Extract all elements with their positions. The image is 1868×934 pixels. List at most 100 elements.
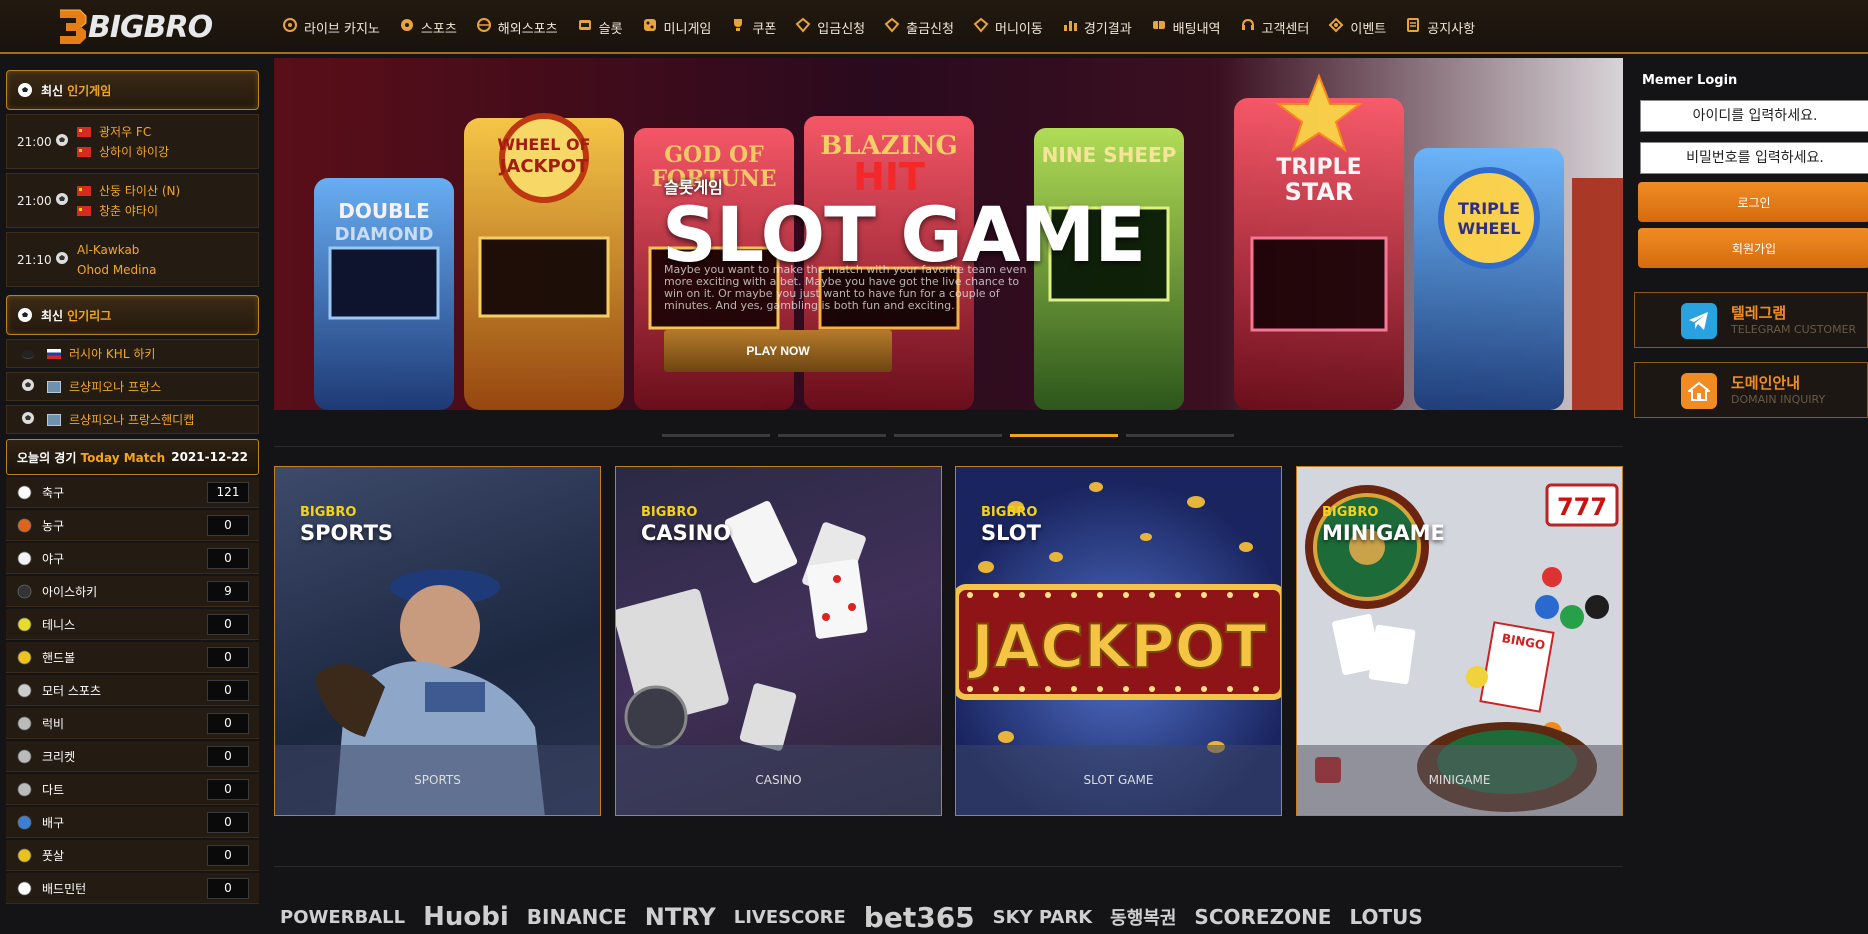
banner-description: Maybe you want to make the match with yo… [664, 263, 1027, 312]
sport-row[interactable]: 다트 0 [6, 774, 259, 805]
nav-item[interactable]: 출금신청 [884, 17, 954, 37]
match-row[interactable]: 21:00 산둥 타이산 (N) 창춘 야타이 [6, 173, 259, 228]
nav-item[interactable]: 머니이동 [973, 17, 1043, 37]
sport-row[interactable]: 농구 0 [6, 510, 259, 541]
partner-logo: POWERBALL [280, 906, 406, 928]
sport-row[interactable]: 테니스 0 [6, 609, 259, 640]
divider [274, 866, 1623, 867]
slide-dot-5[interactable] [1126, 434, 1234, 437]
nav-item[interactable]: 공지사항 [1405, 17, 1475, 37]
league-flag-icon [47, 380, 61, 393]
login-button[interactable]: 로그인 [1638, 182, 1868, 222]
password-input[interactable] [1640, 142, 1868, 174]
dart-board-icon [16, 781, 32, 797]
sport-row[interactable]: 풋살 0 [6, 840, 259, 871]
site-logo[interactable]: BIGBRO [56, 6, 213, 48]
sport-row[interactable]: 축구 121 [6, 477, 259, 508]
hero-banner[interactable]: DOUBLE DIAMOND WHEEL OF JACKPOT GOD OF F… [274, 58, 1623, 410]
signup-button[interactable]: 회원가입 [1638, 228, 1868, 268]
popular-leagues-highlight: 인기리그 [67, 308, 112, 323]
nav-item[interactable]: 슬롯 [577, 17, 623, 37]
telegram-label: 텔레그램 [1731, 304, 1787, 322]
sport-count: 9 [207, 581, 249, 602]
nav-item[interactable]: 미니게임 [642, 17, 711, 37]
nav-item-label: 이벤트 [1350, 21, 1387, 37]
nav-item-label: 입금신청 [817, 21, 866, 37]
nav-item[interactable]: 해외스포츠 [476, 17, 558, 37]
domain-box[interactable]: 도메인안내 DOMAIN INQUIRY [1634, 362, 1868, 418]
divider [274, 446, 1623, 447]
diamond-icon [973, 17, 995, 37]
sport-row[interactable]: 야구 0 [6, 543, 259, 574]
domain-label: 도메인안내 [1731, 374, 1801, 392]
sport-count: 121 [207, 482, 249, 503]
nav-item[interactable]: 입금신청 [795, 17, 865, 37]
telegram-box[interactable]: 텔레그램 TELEGRAM CUSTOMER [1634, 292, 1868, 348]
nav-item[interactable]: 배팅내역 [1151, 17, 1221, 37]
sport-row[interactable]: 배드민턴 0 [6, 873, 259, 904]
gift-icon [1328, 17, 1350, 37]
nav-item[interactable]: 고객센터 [1240, 17, 1310, 37]
slide-dot-1[interactable] [662, 434, 770, 437]
login-title: Memer Login [1642, 73, 1738, 88]
nav-item[interactable]: 이벤트 [1328, 17, 1386, 37]
nav-item[interactable]: 스포츠 [399, 17, 457, 37]
soccer-icon [399, 17, 421, 37]
sport-count: 0 [207, 746, 249, 767]
away-team: Ohod Medina [77, 262, 157, 277]
popular-leagues-title: 최신 [41, 308, 64, 323]
nav-item[interactable]: 경기결과 [1062, 17, 1132, 37]
match-time: 21:10 [17, 252, 52, 267]
nav-item-label: 공지사항 [1427, 21, 1476, 37]
away-team: 상하이 하이강 [99, 144, 170, 159]
sport-row[interactable]: 크리켓 0 [6, 741, 259, 772]
league-row[interactable]: 러시아 KHL 하키 [6, 339, 259, 368]
league-row[interactable]: 르샹피오나 프랑스 [6, 372, 259, 401]
china-flag-icon [77, 205, 91, 216]
home-team: 광저우 FC [99, 124, 152, 139]
svg-text:JACKPOT: JACKPOT [967, 612, 1266, 682]
nav-item[interactable]: 라이브 카지노 [282, 17, 380, 37]
card-title: CASINO [641, 521, 732, 545]
nav-item-label: 고객센터 [1261, 21, 1310, 37]
minigame-card[interactable]: 777 BINGO BIGBRO MINIGAME MINIGAME [1296, 466, 1623, 816]
slide-dot-2[interactable] [778, 434, 886, 437]
nav-item-label: 출금신청 [906, 21, 954, 37]
popular-leagues-list: 러시아 KHL 하키르샹피오나 프랑스르샹피오나 프랑스핸디캡 [6, 339, 259, 434]
nav-item[interactable]: 쿠폰 [730, 17, 776, 37]
card-title: MINIGAME [1322, 521, 1445, 545]
sport-name: 배구 [42, 815, 65, 830]
sport-name: 다트 [42, 782, 65, 797]
cricket-icon [16, 748, 32, 764]
sport-row[interactable]: 핸드볼 0 [6, 642, 259, 673]
svg-text:STAR: STAR [1285, 178, 1354, 206]
casino-card[interactable]: BIGBRO CASINO CASINO [615, 466, 942, 816]
match-row[interactable]: 21:00 광저우 FC 상하이 하이강 [6, 114, 259, 169]
username-input[interactable] [1640, 100, 1868, 132]
match-row[interactable]: 21:10 Al-Kawkab Ohod Medina [6, 232, 259, 287]
ticket-icon [1151, 17, 1173, 37]
slot-card[interactable]: JACKPOT BIGBRO SLOT SLOT GAME [955, 466, 1282, 816]
play-now-button[interactable]: PLAY NOW [664, 330, 892, 372]
slide-dot-3[interactable] [894, 434, 1002, 437]
sport-name: 풋살 [42, 848, 65, 863]
sport-row[interactable]: 배구 0 [6, 807, 259, 838]
league-row[interactable]: 르샹피오나 프랑스핸디캡 [6, 405, 259, 434]
today-match-title: 오늘의 경기 [17, 450, 77, 465]
today-match-highlight: Today Match [80, 450, 166, 465]
sport-name: 배드민턴 [42, 881, 87, 896]
sport-row[interactable]: 아이스하키 9 [6, 576, 259, 607]
popular-games-highlight: 인기게임 [67, 83, 112, 98]
partner-logo: LOTUS [1349, 905, 1423, 929]
card-footer: SLOT GAME [956, 745, 1281, 815]
sport-row[interactable]: 럭비 0 [6, 708, 259, 739]
sport-row[interactable]: 모터 스포츠 0 [6, 675, 259, 706]
domain-sublabel: DOMAIN INQUIRY [1731, 393, 1826, 406]
sport-name: 농구 [42, 518, 65, 533]
sport-name: 테니스 [42, 617, 76, 632]
slide-dot-4[interactable] [1010, 434, 1118, 437]
sports-card[interactable]: BIGBRO SPORTS SPORTS [274, 466, 601, 816]
sport-name: 모터 스포츠 [42, 683, 102, 698]
nav-item-label: 머니이동 [994, 21, 1043, 37]
partner-logo: LIVESCORE [733, 906, 846, 928]
